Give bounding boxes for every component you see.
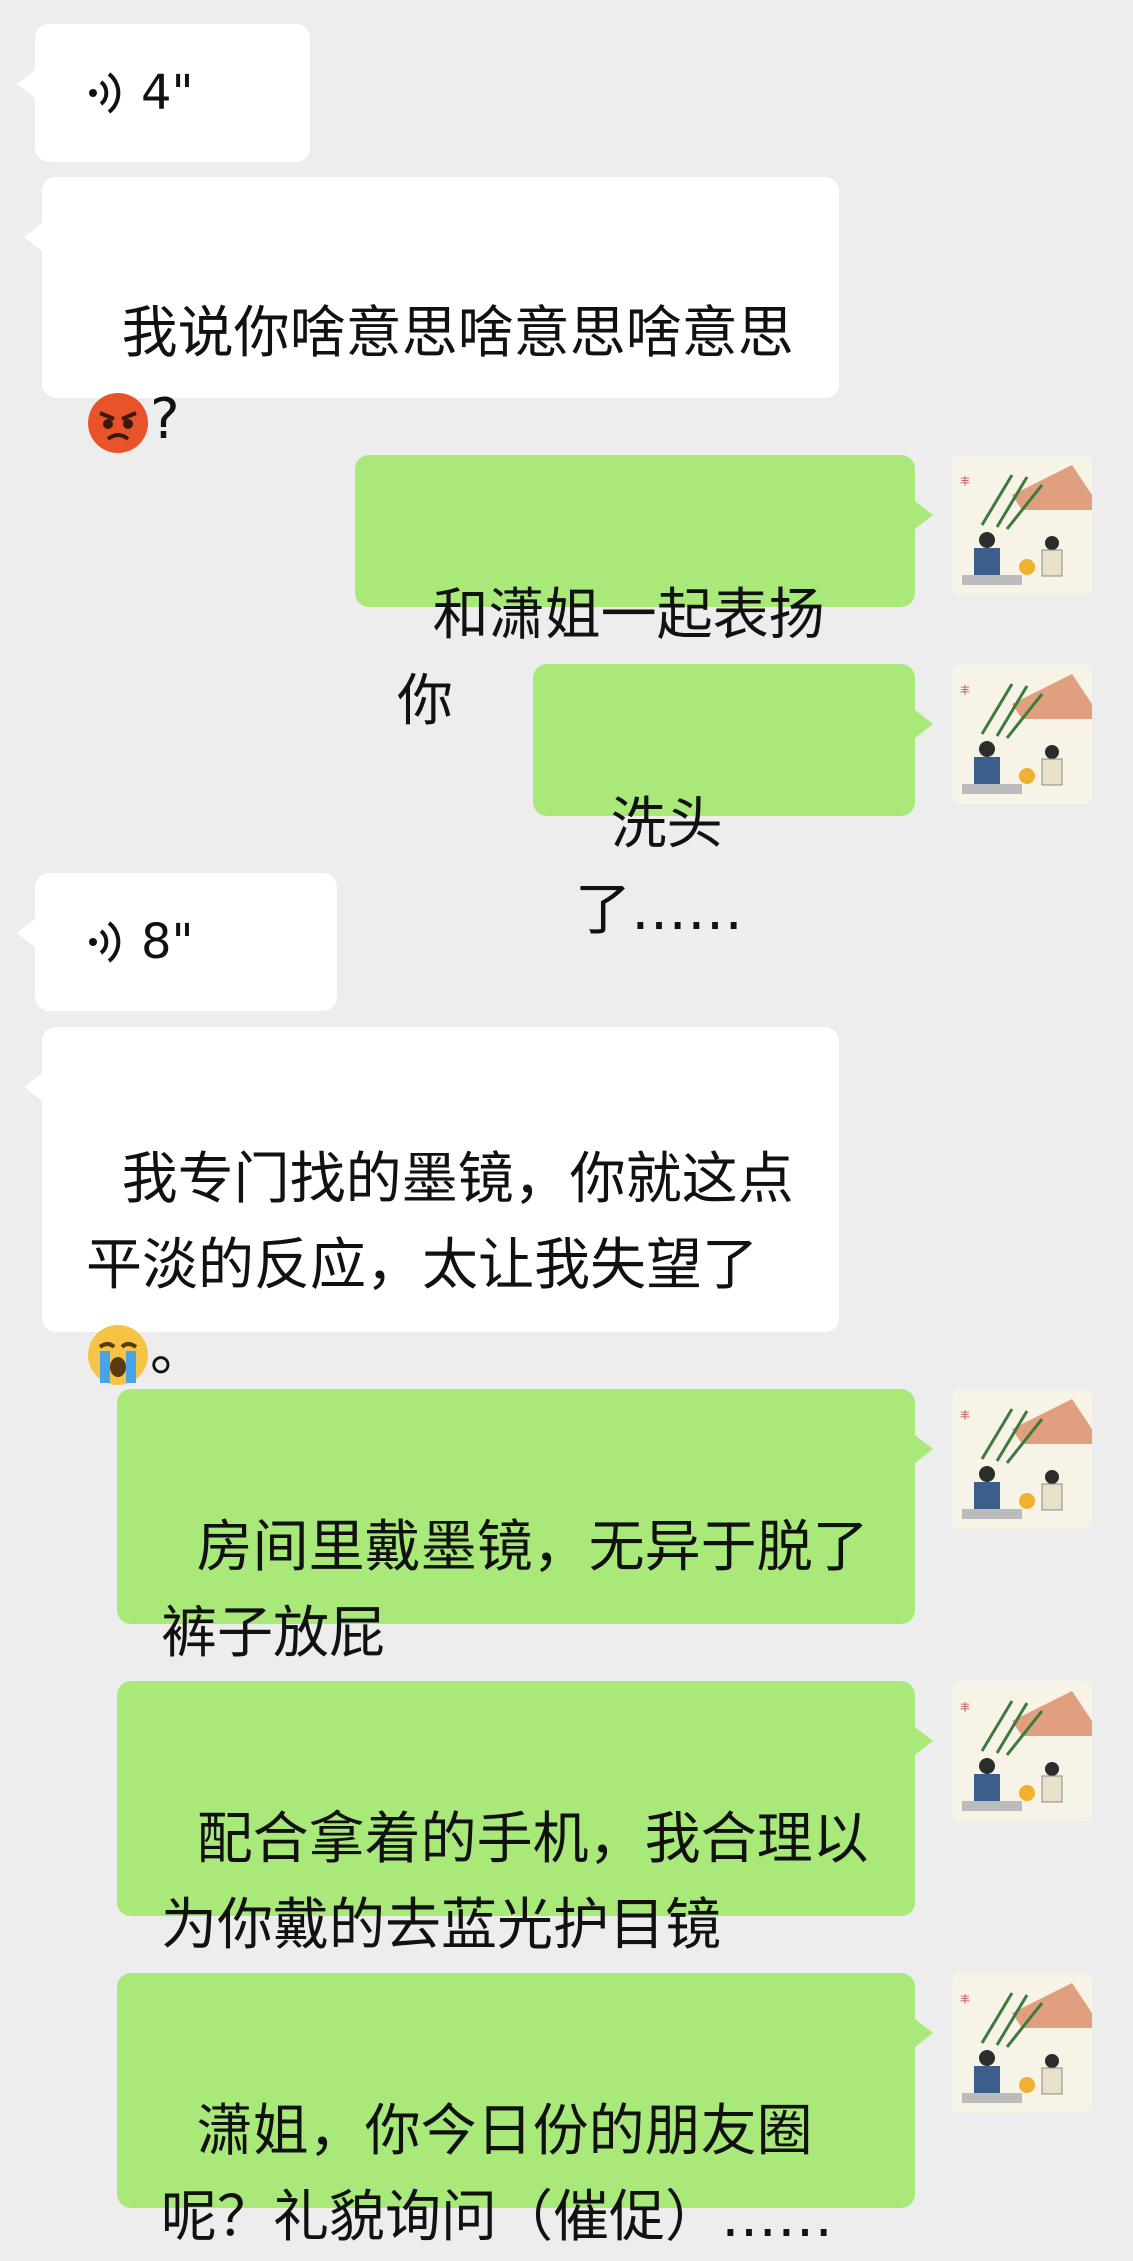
voice-duration: 4": [141, 65, 194, 121]
avatar-painting-icon: 丰: [952, 455, 1092, 595]
avatar[interactable]: 丰: [952, 664, 1092, 804]
svg-text:丰: 丰: [960, 684, 970, 697]
avatar-painting-icon: 丰: [952, 1973, 1092, 2113]
avatar[interactable]: 丰: [952, 1389, 1092, 1529]
avatar[interactable]: 丰: [952, 1973, 1092, 2113]
svg-text:丰: 丰: [960, 1993, 970, 2006]
message-bubble[interactable]: 配合拿着的手机，我合理以 为你戴的去蓝光护目镜: [117, 1681, 933, 1958]
avatar-painting-icon: 丰: [952, 664, 1092, 804]
avatar[interactable]: 丰: [952, 455, 1092, 595]
avatar[interactable]: 丰: [952, 1681, 1092, 1821]
message-text: 配合拿着的手机，我合理以 为你戴的去蓝光护目镜: [161, 1807, 869, 1958]
message-bubble[interactable]: 房间里戴墨镜，无异于脱了 裤子放屁: [117, 1389, 933, 1666]
message-bubble[interactable]: 洗头了……: [533, 664, 933, 943]
svg-text:丰: 丰: [960, 1409, 970, 1422]
voice-message[interactable]: 8": [17, 873, 337, 1011]
avatar-painting-icon: 丰: [952, 1681, 1092, 1821]
svg-text:丰: 丰: [960, 475, 970, 488]
message-text: 我专门找的墨镜，你就这点 平淡的反应，太让我失望了: [86, 1147, 794, 1298]
voice-wave-icon: [89, 72, 121, 114]
avatar-painting-icon: 丰: [952, 1389, 1092, 1529]
message-bubble[interactable]: 潇姐，你今日份的朋友圈 呢？礼貌询问（催促）……: [117, 1973, 933, 2250]
voice-wave-icon: [89, 921, 121, 963]
message-suffix: 。: [150, 1319, 206, 1384]
message-text: 洗头了……: [575, 792, 743, 943]
message-bubble[interactable]: 我专门找的墨镜，你就这点 平淡的反应，太让我失望了 。: [24, 1027, 839, 1385]
crying-face-emoji: [88, 1324, 148, 1385]
message-suffix: ?: [150, 387, 180, 452]
svg-text:丰: 丰: [960, 1701, 970, 1714]
message-text: 潇姐，你今日份的朋友圈 呢？礼貌询问（催促）……: [161, 2099, 833, 2250]
voice-message[interactable]: 4": [17, 24, 310, 162]
angry-face-emoji: [88, 392, 148, 453]
message-bubble[interactable]: 和潇姐一起表扬你: [355, 455, 933, 734]
voice-duration: 8": [141, 914, 194, 970]
message-bubble[interactable]: 我说你啥意思啥意思啥意思 ?: [24, 177, 839, 453]
message-text: 我说你啥意思啥意思啥意思: [121, 301, 794, 366]
message-text: 房间里戴墨镜，无异于脱了 裤子放屁: [161, 1515, 869, 1666]
